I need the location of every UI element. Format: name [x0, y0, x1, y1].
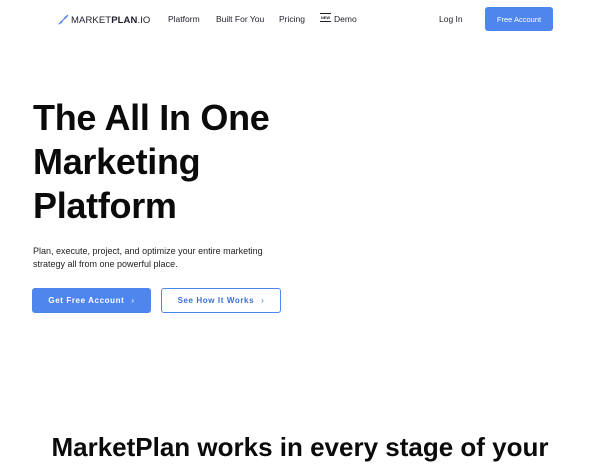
login-link[interactable]: Log In [439, 14, 463, 25]
nav-link-built-for-you[interactable]: Built For You [216, 14, 264, 25]
chevron-right-icon: › [261, 296, 265, 305]
section-title: MarketPlan works in every stage of your [51, 432, 549, 462]
logo-text: MARKETPLAN.IO [71, 14, 151, 26]
chevron-right-icon: › [131, 296, 135, 305]
hero-title: The All In One Marketing Platform [33, 97, 270, 226]
nav-link-platform[interactable]: Platform [168, 14, 200, 25]
top-nav: MARKETPLAN.IO Platform Built For You Pri… [0, 0, 600, 40]
free-account-button[interactable]: Free Account [485, 7, 553, 31]
svg-text:NEW: NEW [321, 15, 331, 20]
logo[interactable]: MARKETPLAN.IO [57, 13, 150, 27]
nav-link-pricing[interactable]: Pricing [279, 14, 305, 25]
hero-subtitle: Plan, execute, project, and optimize you… [33, 246, 263, 269]
see-how-it-works-label: See How It Works [177, 296, 255, 305]
new-badge-icon: NEW [320, 13, 331, 22]
get-free-account-label: Get Free Account [48, 296, 125, 305]
see-how-it-works-button[interactable]: See How It Works › [161, 288, 281, 313]
get-free-account-button[interactable]: Get Free Account › [32, 288, 151, 313]
nav-link-demo[interactable]: Demo [334, 14, 357, 25]
rocket-icon [58, 14, 69, 25]
